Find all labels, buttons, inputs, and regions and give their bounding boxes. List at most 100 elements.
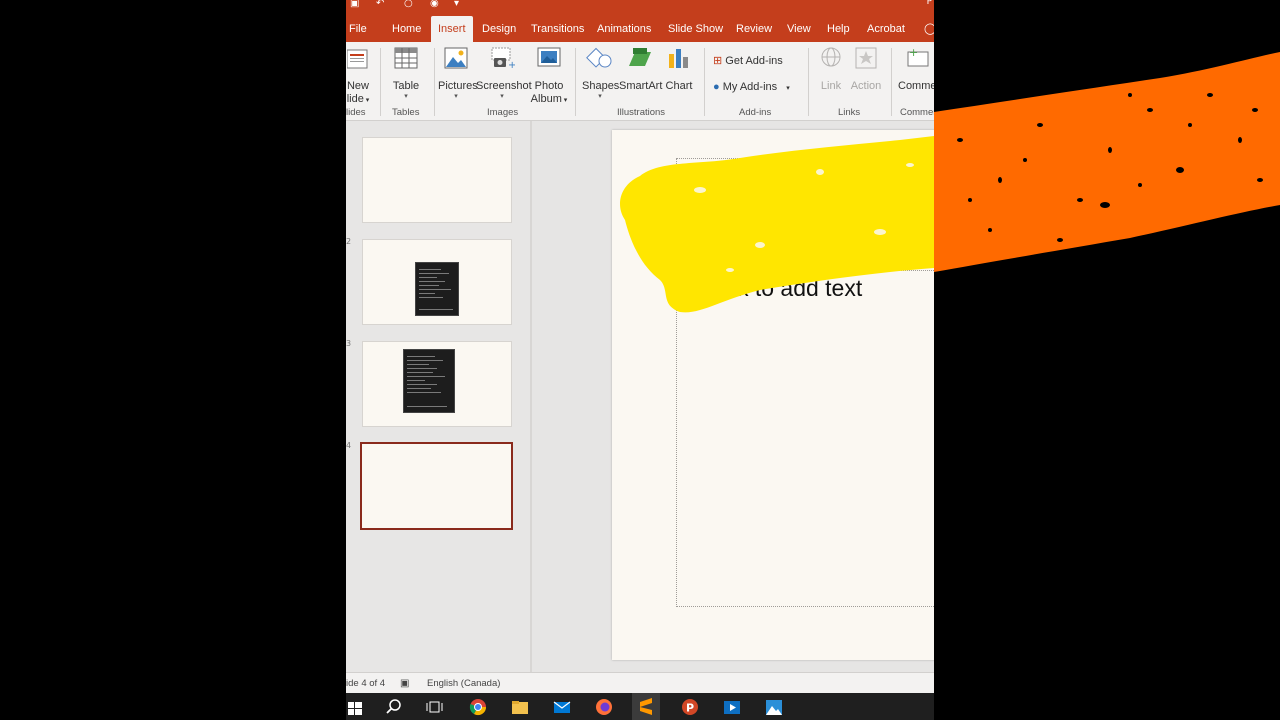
title-placeholder-text: Click to add tit: [685, 187, 912, 228]
group-label-tables: Tables: [392, 107, 420, 118]
separator: [891, 48, 892, 116]
tab-transitions[interactable]: Transitions: [531, 16, 584, 42]
screenshot-image: [415, 262, 459, 316]
chart-icon: [669, 49, 688, 68]
photo-album-label-2: Album: [530, 93, 562, 105]
slide-thumbnail-3[interactable]: [362, 341, 512, 427]
chart-button[interactable]: Chart: [664, 46, 694, 93]
windows-taskbar: P: [346, 693, 934, 720]
svg-text:+: +: [909, 46, 918, 59]
orange-brush-stroke: [934, 52, 1280, 272]
group-label-images: Images: [487, 107, 519, 118]
sublime-text-icon[interactable]: [632, 693, 660, 720]
task-view-icon[interactable]: [424, 697, 444, 717]
new-slide-button[interactable]: New lide ▾: [346, 46, 370, 107]
photo-album-button[interactable]: Photo Album ▾: [529, 46, 569, 107]
accessibility-icon[interactable]: ▣: [400, 678, 409, 689]
my-addins-label: My Add-ins: [722, 81, 778, 93]
photo-album-icon: [537, 47, 561, 67]
title-placeholder[interactable]: Click to add tit: [676, 158, 934, 262]
bullet-icon: •: [685, 280, 691, 297]
svg-text:P: P: [686, 702, 694, 715]
slide-thumbnail-4[interactable]: [360, 442, 513, 530]
current-slide: Click to add tit • Click to add text: [612, 130, 934, 660]
action-label: Action: [850, 80, 882, 92]
slide-editor: Click to add tit • Click to add text: [532, 121, 934, 672]
content-placeholder-line: • Click to add text: [685, 275, 862, 302]
tab-file[interactable]: File: [349, 16, 367, 42]
tab-help[interactable]: Help: [827, 16, 850, 42]
tab-animations[interactable]: Animations: [597, 16, 651, 42]
group-label-links: Links: [838, 107, 861, 118]
language-indicator[interactable]: English (Canada): [427, 678, 500, 689]
group-label-addins: Add-ins: [739, 107, 772, 118]
workspace: 2 3 4 Click to add tit • Click to add te…: [346, 121, 934, 672]
separator: [575, 48, 576, 116]
file-explorer-icon[interactable]: [510, 697, 530, 717]
brush-texture-specks: [957, 58, 1263, 242]
table-label: Table: [392, 80, 420, 92]
search-icon[interactable]: [384, 697, 404, 717]
mail-icon[interactable]: [552, 697, 572, 717]
group-label-slides: lides: [346, 107, 366, 118]
svg-text:+: +: [508, 60, 515, 70]
content-placeholder-text: Click to add text: [698, 275, 863, 301]
separator: [704, 48, 705, 116]
tab-acrobat[interactable]: Acrobat: [867, 16, 905, 42]
photo-album-label-1: Photo: [534, 80, 564, 92]
link-icon: [821, 47, 841, 67]
store-icon: ⊞: [713, 55, 723, 67]
ribbon-tabs: File Home Insert Design Transitions Anim…: [346, 16, 934, 42]
tab-review[interactable]: Review: [736, 16, 772, 42]
smartart-button[interactable]: SmartArt: [619, 46, 663, 93]
slide-thumbnail-2[interactable]: [362, 239, 512, 325]
comment-label: Comme: [898, 80, 934, 92]
chart-label: Chart: [665, 80, 693, 92]
smartart-label: SmartArt: [619, 80, 663, 92]
slide-number: 4: [346, 441, 352, 450]
screenshot-image: [403, 349, 455, 413]
slide-number: 2: [346, 237, 352, 246]
slide-thumbnail-1[interactable]: [362, 137, 512, 223]
redo-icon[interactable]: ○: [404, 0, 413, 9]
separator: [808, 48, 809, 116]
media-player-icon[interactable]: [722, 697, 742, 717]
undo-icon[interactable]: ↶: [376, 0, 384, 9]
slide-thumbnails-pane[interactable]: 2 3 4: [346, 121, 530, 672]
slide-number: 3: [346, 339, 352, 348]
firefox-icon[interactable]: [594, 697, 614, 717]
smartart-icon: [629, 48, 651, 66]
chrome-icon[interactable]: [468, 697, 488, 717]
get-addins-label: Get Add-ins: [725, 55, 783, 67]
action-button[interactable]: Action: [849, 46, 883, 93]
screenshot-icon: +: [491, 47, 516, 71]
powerpoint-icon[interactable]: P: [680, 697, 700, 717]
my-addins-button[interactable]: ● My Add-ins ▾: [713, 81, 790, 93]
pictures-button[interactable]: Pictures ▾: [438, 46, 478, 101]
microphone-icon[interactable]: ◉: [430, 0, 439, 9]
ribbon: New lide ▾ Table ▾ Pictures ▾ + Screensh…: [346, 42, 934, 121]
separator: [434, 48, 435, 116]
link-button[interactable]: Link: [816, 46, 846, 93]
content-placeholder[interactable]: • Click to add text: [676, 270, 934, 607]
tell-me-icon[interactable]: ◯: [924, 16, 934, 42]
screenshot-button[interactable]: + Screenshot ▾: [476, 46, 532, 101]
tab-slide-show[interactable]: Slide Show: [668, 16, 723, 42]
photos-icon[interactable]: [764, 697, 784, 717]
shapes-label: Shapes: [582, 80, 620, 92]
customize-qat-icon[interactable]: ▾: [454, 0, 459, 9]
link-label: Link: [820, 80, 842, 92]
quick-access-toolbar: ▣ ↶ ○ ◉ ▾: [346, 0, 546, 10]
get-addins-button[interactable]: ⊞ Get Add-ins: [713, 54, 783, 67]
comment-button[interactable]: + Comme: [898, 46, 934, 93]
group-label-illustrations: Illustrations: [617, 107, 666, 118]
save-icon[interactable]: ▣: [350, 0, 359, 9]
shapes-button[interactable]: Shapes ▾: [582, 46, 620, 101]
tab-design[interactable]: Design: [482, 16, 516, 42]
tab-insert[interactable]: Insert: [431, 16, 473, 42]
windows-start-icon[interactable]: [346, 697, 366, 717]
title-bar: ▣ ↶ ○ ◉ ▾ P File Home Insert Design Tran…: [346, 0, 934, 42]
tab-view[interactable]: View: [787, 16, 811, 42]
table-button[interactable]: Table ▾: [391, 46, 421, 101]
tab-home[interactable]: Home: [392, 16, 421, 42]
